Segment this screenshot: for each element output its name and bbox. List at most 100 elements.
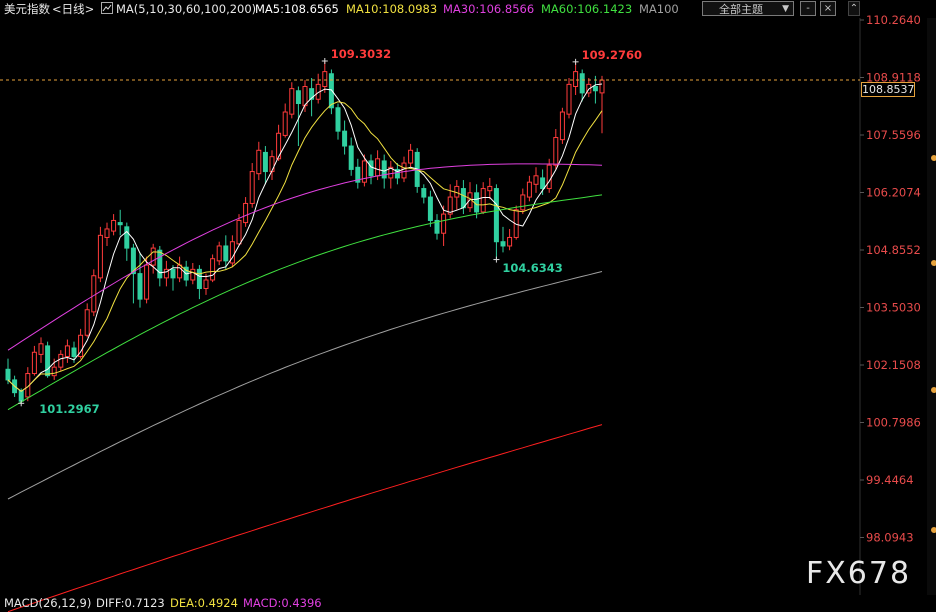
- candle-down: [335, 107, 341, 132]
- chart-settings-icon[interactable]: [101, 1, 113, 14]
- candle-down: [540, 177, 546, 190]
- current-price-tag: 108.8537: [861, 82, 915, 97]
- candle-up: [520, 194, 526, 211]
- candle-up: [38, 343, 44, 355]
- candle-up: [507, 236, 513, 247]
- candle-up: [546, 164, 552, 190]
- candle-up: [190, 268, 196, 281]
- candle-up: [203, 279, 209, 289]
- high-label-2: 109.2760: [582, 48, 642, 62]
- candle-up: [91, 275, 97, 313]
- candle-up: [64, 345, 70, 358]
- candle-up: [553, 137, 559, 166]
- candle-down: [493, 188, 499, 243]
- candle-up: [441, 213, 447, 234]
- low-label-1: 104.6343: [502, 261, 562, 275]
- ma30-line: [7, 163, 603, 351]
- candle-up: [375, 158, 381, 177]
- scroll-up-icon[interactable]: ⌃: [848, 1, 860, 16]
- candle-up: [84, 309, 90, 336]
- candle-up: [526, 181, 532, 198]
- candle-up: [31, 351, 37, 375]
- price-tick-label: 107.5596: [866, 128, 921, 142]
- candle-down: [71, 347, 77, 358]
- candle-up: [97, 234, 103, 279]
- theme-label: 全部主题: [719, 3, 763, 16]
- high-label-1: 109.3032: [331, 47, 391, 61]
- ma30-value: MA30:106.8566: [443, 2, 535, 16]
- candle-up: [58, 353, 64, 368]
- period-label[interactable]: <日线>: [52, 0, 94, 18]
- price-tick-label: 103.5030: [866, 301, 921, 315]
- price-axis: 110.2640108.9118107.5596106.2074104.8552…: [0, 13, 921, 595]
- ma100-label: MA100: [639, 2, 679, 16]
- ma5-line: [7, 83, 603, 392]
- candle-down: [170, 268, 176, 279]
- candle-down: [295, 90, 301, 105]
- candle-up: [599, 79, 605, 94]
- candle-up: [322, 71, 328, 88]
- candle-down: [223, 245, 229, 262]
- candle-down: [342, 130, 348, 147]
- candle-up: [216, 245, 222, 262]
- theme-dropdown[interactable]: 全部主题 ▼: [702, 1, 794, 16]
- candle-down: [328, 73, 334, 109]
- price-tick-label: 102.1508: [866, 358, 921, 372]
- macd-value: MACD:0.4396: [243, 596, 322, 610]
- macd-dea: DEA:0.4924: [170, 596, 238, 610]
- candle-up: [573, 71, 579, 88]
- candle-down: [5, 368, 11, 381]
- candle-down: [500, 241, 506, 247]
- ma10-value: MA10:108.0983: [346, 2, 438, 16]
- fx678-watermark: FX678: [806, 556, 912, 591]
- ma5-value: MA5:108.6565: [255, 2, 339, 16]
- candle-down: [579, 73, 585, 94]
- candle-down: [368, 160, 374, 177]
- symbol-name[interactable]: 美元指数: [4, 0, 50, 18]
- price-tick-label: 106.2074: [866, 186, 921, 200]
- candle-up: [559, 111, 565, 141]
- candle-down: [124, 226, 130, 249]
- candle-down: [460, 188, 466, 209]
- candle-up: [401, 162, 407, 179]
- candle-down: [196, 268, 202, 289]
- ma60-value: MA60:106.1423: [541, 2, 633, 16]
- candle-up: [236, 219, 242, 245]
- candle-down: [157, 249, 163, 279]
- ma200-line: [7, 424, 603, 612]
- macd-params: MACD(26,12,9): [4, 596, 92, 610]
- candle-down: [262, 151, 268, 173]
- candle-up: [243, 202, 249, 224]
- candle-up: [177, 264, 183, 279]
- price-tick-label: 110.2640: [866, 13, 921, 27]
- candle-down: [117, 222, 123, 226]
- close-button[interactable]: ×: [820, 1, 836, 16]
- macd-header: MACD(26,12,9) DIFF:0.7123 DEA:0.4924 MAC…: [0, 595, 860, 612]
- low-label-0: 101.2967: [39, 402, 99, 416]
- indicator-header: 美元指数 <日线> MA(5,10,30,60,100,200) MA5:108…: [0, 0, 860, 18]
- candle-up: [104, 228, 110, 238]
- ma60-line: [7, 194, 603, 411]
- price-tick-label: 100.7986: [866, 416, 921, 430]
- candle-down: [18, 390, 24, 402]
- candle-up: [408, 149, 414, 164]
- candle-up: [269, 156, 275, 173]
- price-tick-label: 99.4464: [866, 473, 914, 487]
- macd-diff: DIFF:0.7123: [96, 596, 165, 610]
- candlestick-chart[interactable]: 110.2640108.9118107.5596106.2074104.8552…: [0, 0, 936, 612]
- candle-down: [45, 345, 51, 377]
- candle-up: [533, 175, 539, 185]
- candle-up: [150, 247, 156, 266]
- moving-average-lines: [7, 83, 603, 612]
- candle-up: [51, 366, 57, 377]
- candle-up: [480, 188, 486, 213]
- chevron-down-icon: ▼: [782, 4, 789, 14]
- candles: [5, 60, 605, 404]
- candle-down: [592, 86, 598, 92]
- candle-up: [282, 111, 288, 136]
- candle-up: [566, 83, 572, 115]
- candle-down: [137, 273, 143, 300]
- minimize-button[interactable]: -: [800, 1, 816, 16]
- candle-up: [111, 219, 117, 232]
- candle-up: [487, 185, 493, 192]
